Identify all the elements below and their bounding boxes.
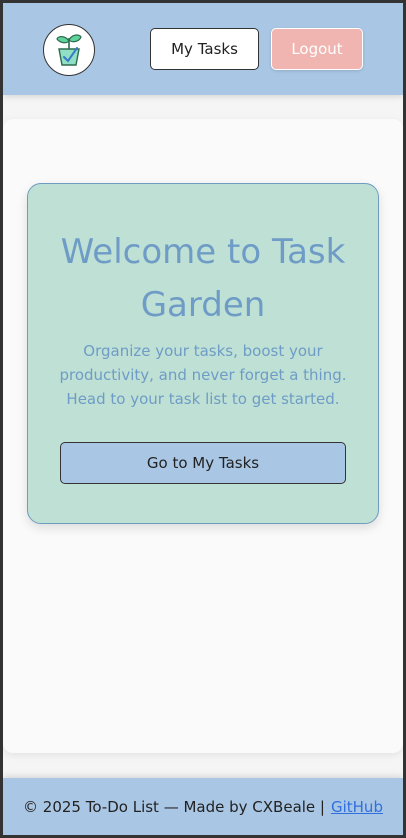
header: My Tasks Logout (3, 3, 403, 95)
footer: © 2025 To-Do List — Made by CXBeale | Gi… (3, 778, 403, 835)
welcome-description: Organize your tasks, boost your producti… (59, 342, 347, 408)
github-link[interactable]: GitHub (331, 798, 383, 816)
app-logo[interactable] (43, 24, 95, 76)
welcome-title: Welcome to Task Garden (60, 232, 346, 325)
go-to-my-tasks-button[interactable]: Go to My Tasks (60, 442, 346, 484)
footer-credit: © 2025 To-Do List — Made by CXBeale | (23, 797, 325, 816)
welcome-card: Welcome to Task Garden Organize your tas… (27, 183, 379, 524)
main-content: Welcome to Task Garden Organize your tas… (3, 119, 403, 753)
logout-button[interactable]: Logout (271, 28, 363, 70)
app-frame: My Tasks Logout Welcome to Task Garden O… (3, 3, 403, 835)
plant-pot-icon (56, 34, 82, 66)
my-tasks-button[interactable]: My Tasks (150, 28, 259, 70)
